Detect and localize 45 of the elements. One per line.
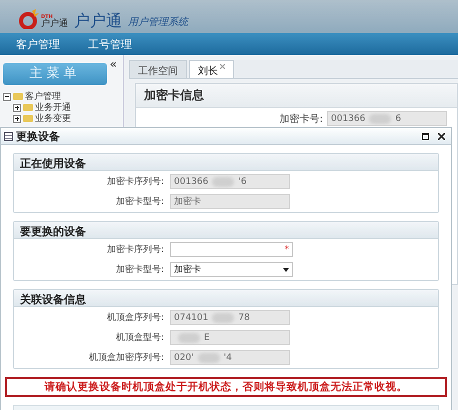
section-title: 关联设备信息	[14, 290, 438, 307]
tab[interactable]: 刘长	[189, 60, 234, 78]
app-title: 户户通	[74, 13, 122, 29]
dialog-title: 更换设备	[16, 128, 60, 144]
logo-icon	[18, 9, 40, 29]
brand-logo-text: 户户通	[41, 20, 68, 29]
field-label: 机顶盒型号:	[114, 332, 164, 344]
select-field[interactable]: 加密卡	[170, 262, 293, 277]
nav-item[interactable]: 工号管理	[88, 36, 132, 52]
app-subtitle: 用户管理系统	[128, 17, 188, 29]
field-label: 加密卡序列号:	[106, 176, 164, 188]
toggle-icon[interactable]	[3, 92, 11, 100]
tree-item[interactable]: 客户管理	[25, 90, 61, 103]
redaction-mark	[198, 352, 220, 362]
nav-item[interactable]: 客户管理	[16, 36, 60, 52]
redaction-mark	[212, 312, 234, 322]
caret-icon	[283, 268, 289, 272]
collapse-button[interactable]: «	[110, 57, 117, 71]
tree-item[interactable]: 业务开通	[35, 101, 71, 114]
section-title: 要更换的设备	[14, 222, 438, 239]
readonly-field: 020' '4	[170, 350, 290, 365]
input-field[interactable]: *	[170, 242, 293, 257]
field-label: 机顶盒加密序列号:	[88, 352, 164, 364]
warning-message: 请确认更换设备时机顶盒处于开机状态，否则将导致机顶盒无法正常收视。	[5, 377, 447, 397]
tree-item[interactable]: 业务变更	[35, 112, 71, 125]
toggle-icon[interactable]	[13, 114, 21, 122]
field-label: 加密卡号:	[280, 112, 323, 126]
close-icon[interactable]	[438, 132, 445, 140]
readonly-field: E	[170, 330, 290, 345]
readonly-field: 001366 6	[327, 111, 447, 126]
readonly-field: 001366 '6	[170, 174, 290, 189]
field-label: 加密卡序列号:	[106, 244, 164, 256]
readonly-field: 074101 78	[170, 310, 290, 325]
redaction-mark	[212, 176, 234, 186]
grid-icon	[4, 132, 13, 140]
toggle-icon[interactable]	[13, 104, 21, 112]
maximize-icon[interactable]	[422, 132, 429, 140]
redaction-mark	[369, 114, 392, 124]
field-label: 加密卡型号:	[114, 264, 164, 276]
panel-title: 加密卡信息	[136, 84, 457, 108]
readonly-field: 加密卡	[170, 194, 290, 209]
field-label: 机顶盒序列号:	[106, 312, 164, 324]
field-label: 加密卡型号:	[114, 196, 164, 208]
tab[interactable]: 工作空间	[129, 60, 187, 78]
section-title: 正在使用设备	[14, 154, 438, 171]
